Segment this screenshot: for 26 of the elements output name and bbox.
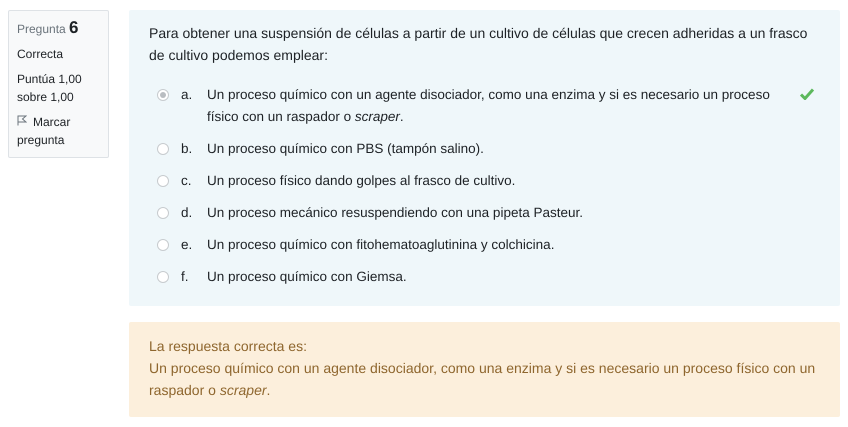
question-text: Para obtener una suspensión de células a partir de un cultivo de células que crecen adheridas a un frasco de cultivo podemos emplear: [149,24,808,65]
radio-button[interactable] [157,207,169,219]
option-text: Un proceso mecánico resuspendiendo con una pipeta Pasteur. [207,204,584,222]
option-text: Un proceso químico con fitohematoaglutinina y colchicina. [207,236,556,254]
option-text: Un proceso químico con PBS (tampón salino). [207,140,485,158]
option-letter: d. [181,204,194,222]
option-letter: b. [181,140,194,158]
flag-icon [17,115,27,126]
option-text: Un proceso químico con un agente disociador, como una enzima y si es necesario un proceso físico con un raspador o scraper. [207,86,771,126]
question-score: Puntúa 1,00 sobre 1,00 [17,71,83,106]
question-number: Pregunta 6 [17,19,80,38]
radio-button[interactable] [157,175,169,187]
radio-button[interactable] [157,239,169,251]
option-letter: a. [181,86,194,104]
radio-button[interactable] [157,143,169,155]
feedback-heading: La respuesta correcta es: [149,337,308,356]
option-text: Un proceso químico con Giemsa. [207,268,408,286]
option-text: Un proceso físico dando golpes al frasco de cultivo. [207,172,516,190]
option-letter: f. [181,268,190,286]
radio-button[interactable] [157,271,169,283]
feedback-answer: Un proceso químico con un agente disociador, como una enzima y si es necesario un proceso físico con un raspador o scraper. [149,359,816,400]
option-letter: e. [181,236,194,254]
radio-button[interactable] [157,89,169,101]
option-letter: c. [181,172,193,190]
question-status: Correcta [17,46,64,63]
flag-question-link[interactable]: Marcar pregunta [17,113,100,149]
